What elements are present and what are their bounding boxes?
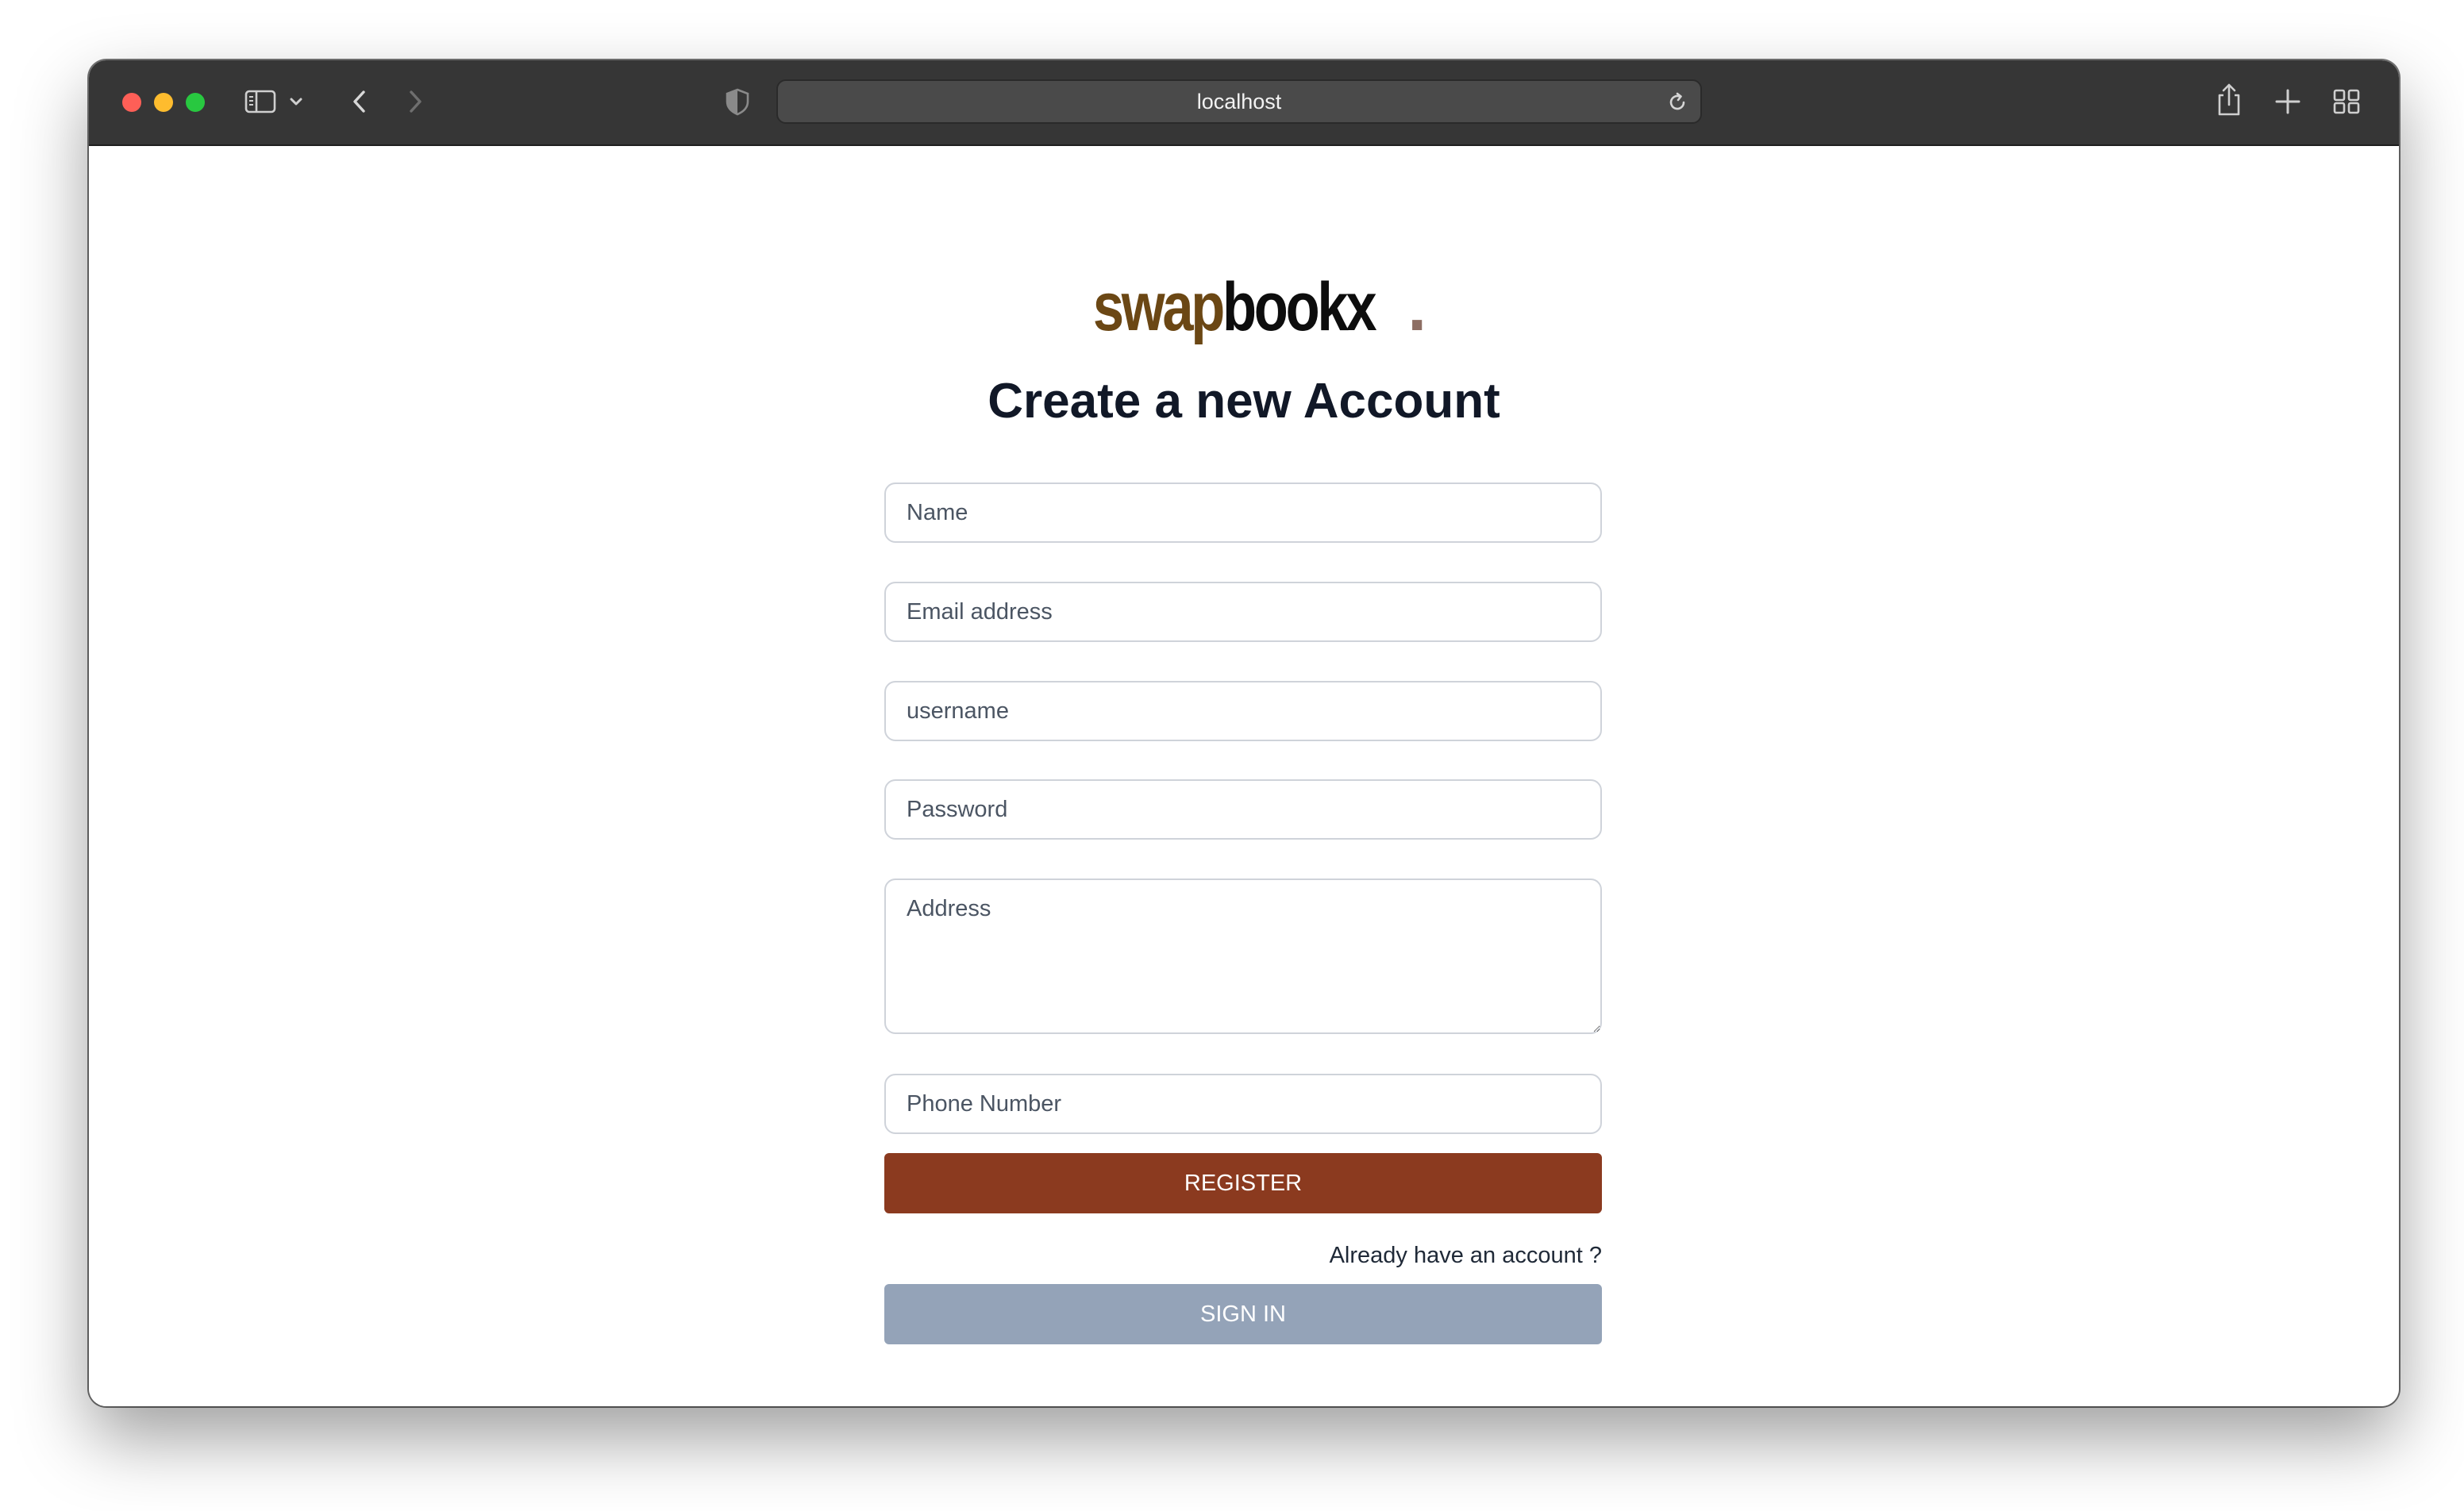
password-input[interactable] <box>884 779 1602 840</box>
logo-dot: . <box>1407 269 1426 345</box>
new-tab-plus-icon[interactable] <box>2272 86 2304 117</box>
phone-number-input[interactable] <box>884 1074 1602 1134</box>
zoom-window-button[interactable] <box>186 93 205 112</box>
browser-toolbar: localhost <box>89 60 2399 146</box>
sidebar-toggle-icon[interactable] <box>244 89 276 114</box>
desktop: localhost swapbookx. Create a new Accoun… <box>0 0 2464 1511</box>
logo-bookx-text: bookx <box>1222 269 1377 345</box>
forward-arrow-icon[interactable] <box>403 87 427 116</box>
name-input[interactable] <box>884 483 1602 543</box>
swapbookx-logo: swapbookx. <box>89 273 2399 341</box>
privacy-shield-icon[interactable] <box>724 87 751 116</box>
browser-window: localhost swapbookx. Create a new Accoun… <box>89 60 2399 1406</box>
email-input[interactable] <box>884 582 1602 642</box>
sign-in-button[interactable]: SIGN IN <box>884 1284 1602 1344</box>
address-bar[interactable]: localhost <box>776 79 1702 124</box>
url-text[interactable]: localhost <box>778 81 1700 122</box>
minimize-window-button[interactable] <box>154 93 173 112</box>
back-arrow-icon[interactable] <box>348 87 372 116</box>
logo-swap-text: swap <box>1092 269 1226 345</box>
page-content: swapbookx. Create a new Account REGISTER… <box>89 146 2399 1406</box>
reload-icon[interactable] <box>1665 90 1689 114</box>
address-textarea[interactable] <box>884 879 1602 1034</box>
page-title: Create a new Account <box>988 374 1500 429</box>
close-window-button[interactable] <box>122 93 141 112</box>
username-input[interactable] <box>884 681 1602 741</box>
share-icon[interactable] <box>2213 81 2245 119</box>
already-have-account-text: Already have an account ? <box>1329 1243 1602 1268</box>
tab-overview-icon[interactable] <box>2331 86 2362 117</box>
chevron-down-icon[interactable] <box>287 92 305 111</box>
register-button[interactable]: REGISTER <box>884 1153 1602 1213</box>
